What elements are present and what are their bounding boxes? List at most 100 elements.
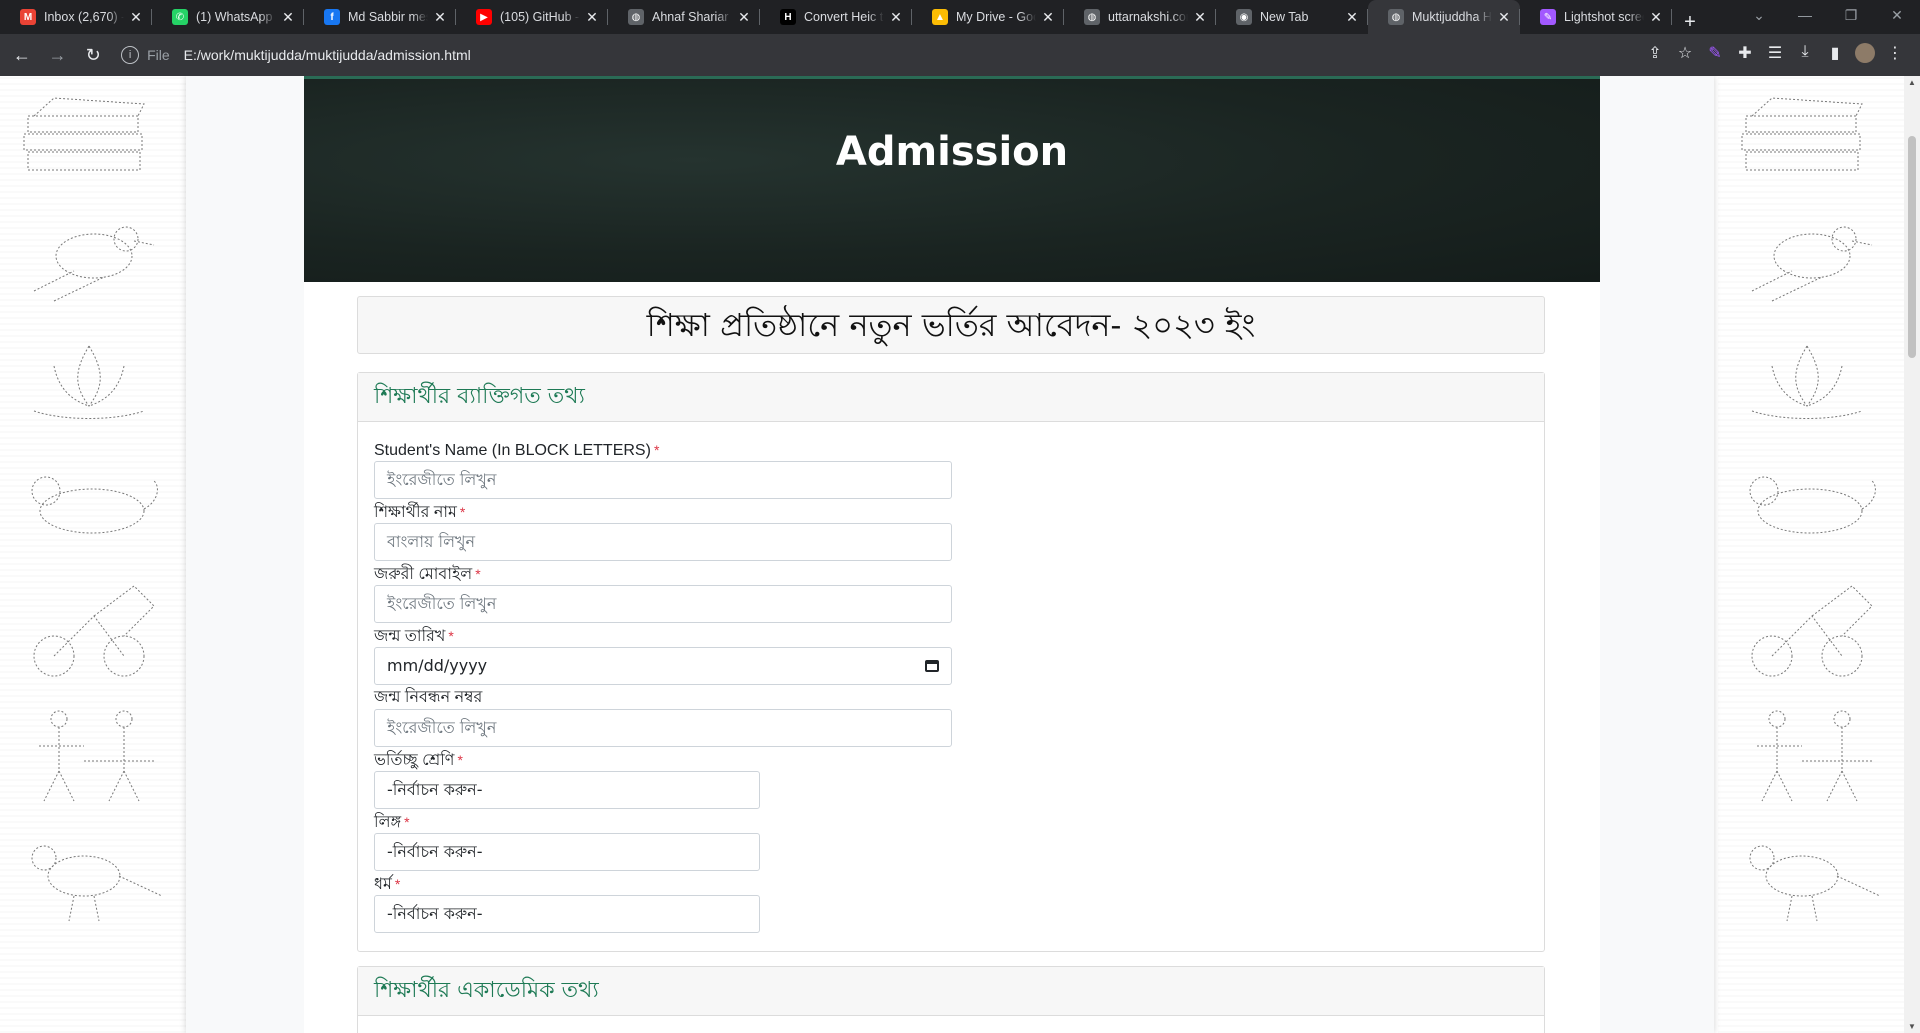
tab-close-icon[interactable]: ✕ — [1496, 9, 1512, 26]
scrollbar-thumb[interactable] — [1908, 136, 1916, 358]
browser-tab[interactable]: ◍ Ahnaf Shariar H ✕ — [608, 0, 760, 34]
tab-close-icon[interactable]: ✕ — [128, 9, 144, 26]
form-field: জন্ম নিবন্ধন নম্বর ইংরেজীতে লিখুন — [374, 688, 1544, 750]
lightshot-extension-icon[interactable]: ✎ — [1700, 43, 1730, 68]
window-controls: ⌄ — ❐ ✕ — [1736, 0, 1920, 32]
scroll-down-arrow-icon[interactable]: ▼ — [1904, 1022, 1920, 1031]
field-label: জন্ম নিবন্ধন নম্বর — [374, 688, 1544, 708]
url-scheme: File — [147, 47, 170, 63]
tab-close-icon[interactable]: ✕ — [432, 9, 448, 26]
site-info-icon[interactable]: i — [121, 46, 140, 64]
back-button[interactable]: ← — [8, 45, 36, 66]
page-viewport: Admission শিক্ষা প্রতিষ্ঠানে নতুন ভর্তির… — [0, 76, 1904, 1033]
profile-avatar[interactable] — [1850, 42, 1880, 68]
side-panel-icon[interactable]: ▮ — [1820, 43, 1850, 68]
bird-illustration — [1751, 226, 1873, 302]
browser-tab[interactable]: ✆ (1) WhatsApp ✕ — [152, 0, 304, 34]
menu-icon[interactable]: ⋮ — [1880, 43, 1910, 68]
field-label: শিক্ষার্থীর নাম * — [374, 502, 1544, 522]
personal-info-fields: Student's Name (In BLOCK LETTERS) * ইংরেজী… — [358, 422, 1544, 936]
books-illustration — [1741, 97, 1863, 171]
close-window-button[interactable]: ✕ — [1874, 0, 1920, 32]
browser-tab[interactable]: ▲ My Drive - Goo ✕ — [912, 0, 1064, 34]
globe-icon: ◍ — [1388, 9, 1404, 25]
browser-tab[interactable]: ◍ Muktijuddha Hi ✕ — [1368, 0, 1520, 34]
field-label-text: জরুরী মোবাইল — [374, 566, 473, 583]
right-decorative-border — [1718, 76, 1904, 1033]
text-input[interactable]: বাংলায় লিখুন — [374, 523, 952, 561]
field-label-text: ধর্ম — [374, 876, 392, 893]
academic-info-section: শিক্ষার্থীর একাডেমিক তথ্য — [357, 966, 1545, 1033]
required-marker: * — [448, 628, 454, 644]
tab-title: uttarnakshi.com — [1108, 10, 1188, 24]
select-dropdown[interactable]: -নির্বাচন করুন- — [374, 833, 760, 871]
required-marker: * — [394, 876, 401, 892]
h-icon: H — [780, 9, 796, 25]
field-label-text: জন্ম নিবন্ধন নম্বর — [374, 689, 483, 706]
date-input[interactable]: mm/dd/yyyy — [374, 647, 952, 685]
tab-search-icon[interactable]: ⌄ — [1736, 0, 1782, 32]
extensions-icon[interactable]: ✚ — [1730, 43, 1760, 68]
reload-button[interactable]: ↻ — [79, 45, 107, 66]
bookmark-star-icon[interactable]: ☆ — [1670, 43, 1700, 68]
page-container: Admission শিক্ষা প্রতিষ্ঠানে নতুন ভর্তির… — [304, 76, 1600, 1033]
tab-close-icon[interactable]: ✕ — [1192, 9, 1208, 26]
download-icon[interactable]: ⤓ — [1790, 43, 1820, 68]
bird-illustration — [33, 226, 155, 302]
form-field: Student's Name (In BLOCK LETTERS) * ইংরেজী… — [374, 440, 1544, 502]
tab-title: Muktijuddha Hi — [1412, 10, 1492, 24]
tab-close-icon[interactable]: ✕ — [736, 9, 752, 26]
page-scrollbar[interactable]: ▲ ▼ — [1904, 76, 1920, 1033]
share-icon[interactable]: ⇪ — [1640, 43, 1670, 68]
browser-tab[interactable]: ◉ New Tab ✕ — [1216, 0, 1368, 34]
input-placeholder: ইংরেজীতে লিখুন — [387, 594, 497, 613]
text-input[interactable]: ইংরেজীতে লিখুন — [374, 585, 952, 623]
browser-tab-strip: M Inbox (2,670) - a ✕ ✆ (1) WhatsApp ✕ f Md Sab… — [0, 0, 1920, 34]
toolbar-actions: ⇪ ☆ ✎ ✚ ☰ ⤓ ▮ ⋮ — [1640, 42, 1910, 68]
select-value: -নির্বাচন করুন- — [387, 780, 483, 799]
tab-title: My Drive - Goo — [956, 10, 1036, 24]
tab-close-icon[interactable]: ✕ — [1344, 9, 1360, 26]
form-field: জন্ম তারিখ * mm/dd/yyyy — [374, 626, 1544, 688]
form-field: লিঙ্গ * -নির্বাচন করুন- — [374, 812, 1544, 874]
tab-close-icon[interactable]: ✕ — [1648, 9, 1664, 26]
tab-close-icon[interactable]: ✕ — [1040, 9, 1056, 26]
rickshaw-illustration — [1751, 585, 1873, 677]
address-bar[interactable]: i File E:/work/muktijudda/muktijudda/adm… — [117, 41, 1640, 69]
text-input[interactable]: ইংরেজীতে লিখুন — [374, 709, 952, 747]
books-illustration — [23, 97, 145, 171]
google-drive-icon: ▲ — [932, 9, 948, 25]
forward-button[interactable]: → — [44, 45, 72, 66]
select-dropdown[interactable]: -নির্বাচন করুন- — [374, 771, 760, 809]
reading-list-icon[interactable]: ☰ — [1760, 43, 1790, 68]
browser-tab[interactable]: f Md Sabbir mess ✕ — [304, 0, 456, 34]
browser-tab[interactable]: ◍ uttarnakshi.com ✕ — [1064, 0, 1216, 34]
personal-info-section: শিক্ষার্থীর ব্যাক্তিগত তথ্য Student's Na… — [357, 372, 1545, 952]
tab-close-icon[interactable]: ✕ — [280, 9, 296, 26]
select-dropdown[interactable]: -নির্বাচন করুন- — [374, 895, 760, 933]
globe-icon: ◍ — [628, 9, 644, 25]
browser-tab[interactable]: M Inbox (2,670) - a ✕ — [0, 0, 152, 34]
browser-tab[interactable]: ✎ Lightshot scree ✕ — [1520, 0, 1672, 34]
field-label-text: ভর্তিচ্ছু শ্রেণি — [374, 752, 455, 769]
browser-tab[interactable]: H Convert Heic to ✕ — [760, 0, 912, 34]
field-label: লিঙ্গ * — [374, 812, 1544, 832]
tiger-illustration — [31, 476, 158, 534]
calendar-icon[interactable] — [925, 660, 939, 672]
browser-tab[interactable]: ▶ (105) GitHub - H ✕ — [456, 0, 608, 34]
tab-close-icon[interactable]: ✕ — [888, 9, 904, 26]
new-tab-button[interactable]: + — [1672, 11, 1708, 34]
facebook-icon: f — [324, 9, 340, 25]
tab-list: M Inbox (2,670) - a ✕ ✆ (1) WhatsApp ✕ f Md Sab… — [0, 0, 1672, 34]
restore-button[interactable]: ❐ — [1828, 0, 1874, 32]
tab-close-icon[interactable]: ✕ — [584, 9, 600, 26]
input-placeholder: mm/dd/yyyy — [387, 656, 488, 675]
form-title: শিক্ষা প্রতিষ্ঠানে নতুন ভর্তির আবেদন- ২০… — [357, 296, 1545, 354]
scroll-up-arrow-icon[interactable]: ▲ — [1904, 78, 1920, 87]
minimize-button[interactable]: — — [1782, 0, 1828, 32]
form-field: জরুরী মোবাইল * ইংরেজীতে লিখুন — [374, 564, 1544, 626]
url-text[interactable]: E:/work/muktijudda/muktijudda/admission.… — [184, 47, 471, 63]
text-input[interactable]: ইংরেজীতে লিখুন — [374, 461, 952, 499]
required-marker: * — [475, 566, 481, 582]
globe-icon: ◍ — [1084, 9, 1100, 25]
